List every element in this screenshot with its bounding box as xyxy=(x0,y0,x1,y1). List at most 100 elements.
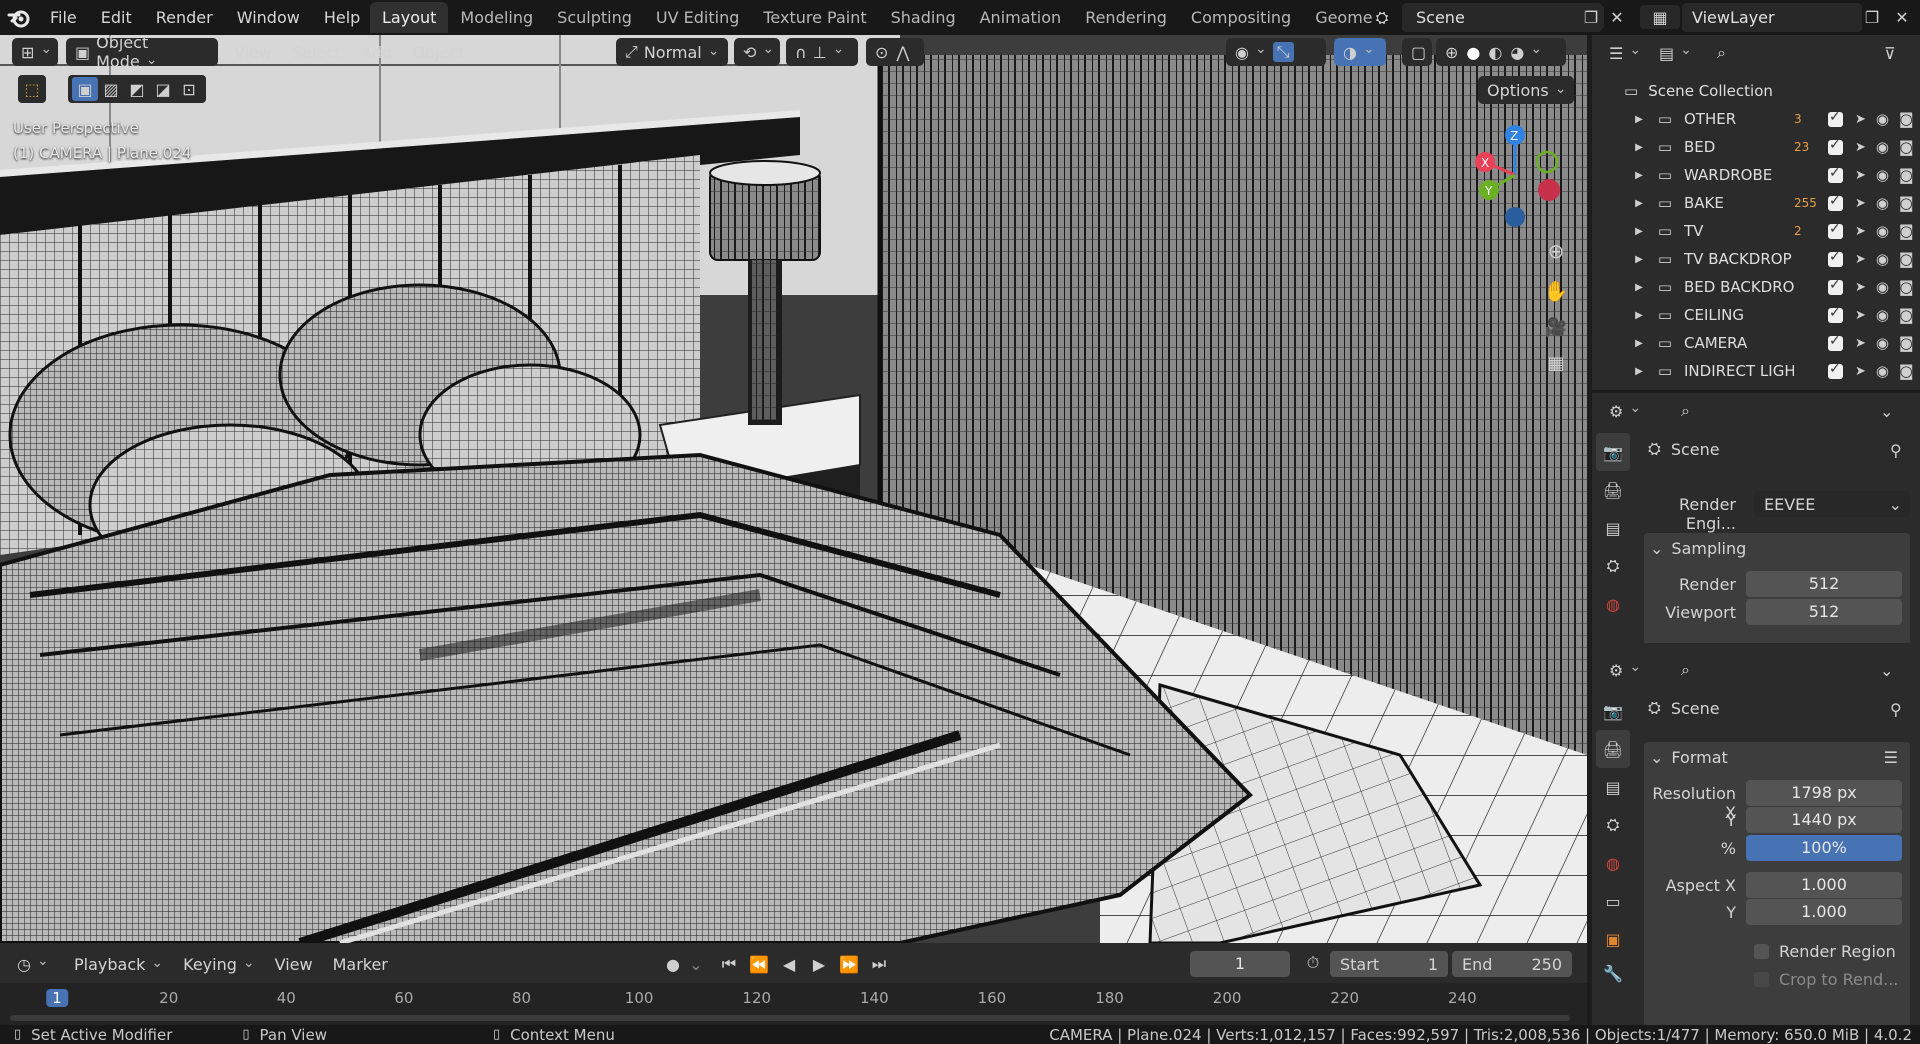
eye-icon[interactable]: ◉ xyxy=(1876,194,1889,212)
object-tab-icon[interactable]: ▣ xyxy=(1596,920,1630,958)
select-arrow-icon[interactable]: ➤ xyxy=(1855,252,1866,267)
menu-file[interactable]: File xyxy=(38,8,89,27)
exclude-checkbox[interactable] xyxy=(1828,221,1843,239)
xray-toggle[interactable]: ▢ xyxy=(1402,38,1432,66)
new-view-layer-icon[interactable]: ❐ xyxy=(1858,5,1886,29)
render-tab-icon[interactable]: 📷 xyxy=(1596,692,1630,730)
tab-shading[interactable]: Shading xyxy=(879,2,968,33)
collection-row[interactable]: ▶ ▭ OTHER 3 ➤ ◉ ◙ xyxy=(1592,105,1920,133)
menu-timeline-view[interactable]: View xyxy=(265,955,323,974)
collection-row[interactable]: ▶ ▭ TV BACKDROP ➤ ◉ ◙ xyxy=(1592,245,1920,273)
resolution-percent-field[interactable]: 100% xyxy=(1746,835,1902,861)
timeline-scrollbar[interactable] xyxy=(10,1015,1570,1021)
camera-render-icon[interactable]: ◙ xyxy=(1899,334,1914,352)
eye-icon[interactable]: ◉ xyxy=(1876,166,1889,184)
select-arrow-icon[interactable]: ➤ xyxy=(1855,308,1866,323)
camera-render-icon[interactable]: ◙ xyxy=(1899,362,1914,380)
viewport-samples-field[interactable]: 512 xyxy=(1746,599,1902,625)
select-arrow-icon[interactable]: ➤ xyxy=(1855,364,1866,379)
render-region-row[interactable]: Render Region xyxy=(1754,942,1896,961)
select-box-tool-icon[interactable]: ⬚ xyxy=(18,75,46,103)
camera-render-icon[interactable]: ◙ xyxy=(1899,194,1914,212)
scene-tab-icon[interactable]: ⛭ xyxy=(1596,547,1630,585)
expand-arrow-icon[interactable]: ▶ xyxy=(1632,282,1646,293)
collection-row[interactable]: ▶ ▭ WARDROBE ➤ ◉ ◙ xyxy=(1592,161,1920,189)
pan-hand-icon[interactable]: ✋ xyxy=(1540,275,1572,307)
render-region-checkbox[interactable] xyxy=(1754,944,1769,959)
ortho-grid-icon[interactable]: ▦ xyxy=(1540,347,1572,379)
intersect-selection-icon[interactable]: ⊡ xyxy=(176,77,202,101)
tab-modeling[interactable]: Modeling xyxy=(448,2,545,33)
collection-row[interactable]: ▶ ▭ INDIRECT LIGH ➤ ◉ ◙ xyxy=(1592,357,1920,385)
exclude-checkbox[interactable] xyxy=(1828,193,1843,211)
eye-icon[interactable]: ◉ xyxy=(1876,362,1889,380)
menu-marker[interactable]: Marker xyxy=(323,955,398,974)
zoom-icon[interactable]: ⊕ xyxy=(1540,235,1572,267)
collection-row[interactable]: ▶ ▭ TV 2 ➤ ◉ ◙ xyxy=(1592,217,1920,245)
jump-end-icon[interactable]: ⏭ xyxy=(864,954,894,974)
select-arrow-icon[interactable]: ➤ xyxy=(1855,168,1866,183)
menu-add[interactable]: Add xyxy=(351,43,402,62)
play-icon[interactable]: ▶ xyxy=(804,955,834,974)
resolution-y-field[interactable]: 1440 px xyxy=(1746,807,1902,833)
camera-render-icon[interactable]: ◙ xyxy=(1899,138,1914,156)
jump-start-icon[interactable]: ⏮ xyxy=(714,954,744,974)
exclude-checkbox[interactable] xyxy=(1828,165,1843,183)
outliner-search[interactable]: ⌕ xyxy=(1708,39,1868,67)
view-layer-tab-icon[interactable]: ▤ xyxy=(1596,509,1630,547)
set-selection-icon[interactable]: ▣ xyxy=(72,77,98,101)
properties-editor-type[interactable]: ⚙ xyxy=(1600,656,1642,684)
presets-list-icon[interactable]: ☰ xyxy=(1884,748,1898,767)
menu-view[interactable]: View xyxy=(224,43,282,62)
start-frame-field[interactable]: Start 1 xyxy=(1330,951,1448,977)
eye-icon[interactable]: ◉ xyxy=(1876,250,1889,268)
select-arrow-icon[interactable]: ➤ xyxy=(1855,336,1866,351)
expand-arrow-icon[interactable]: ▶ xyxy=(1632,254,1646,265)
world-tab-icon[interactable]: ◍ xyxy=(1596,585,1630,623)
tab-texture-paint[interactable]: Texture Paint xyxy=(751,2,878,33)
properties-editor-type[interactable]: ⚙ xyxy=(1600,397,1642,425)
expand-arrow-icon[interactable]: ▶ xyxy=(1632,198,1646,209)
menu-playback[interactable]: Playback xyxy=(64,955,173,974)
chevron-down-icon[interactable]: ⌄ xyxy=(686,955,706,974)
eye-icon[interactable]: ◉ xyxy=(1876,222,1889,240)
menu-select[interactable]: Select xyxy=(282,43,351,62)
timeline-editor-type[interactable]: ◷ xyxy=(8,950,54,978)
exclude-checkbox[interactable] xyxy=(1828,305,1843,323)
exclude-checkbox[interactable] xyxy=(1828,277,1843,295)
end-frame-field[interactable]: End 250 xyxy=(1452,951,1572,977)
editor-type-button[interactable]: ⊞ xyxy=(12,38,58,66)
world-tab-icon[interactable]: ◍ xyxy=(1596,844,1630,882)
pivot-selector[interactable]: ⟲ xyxy=(734,38,780,66)
tab-uv-editing[interactable]: UV Editing xyxy=(644,2,751,33)
snap-selector[interactable]: ∩ ⊥ xyxy=(786,38,858,66)
tab-layout[interactable]: Layout xyxy=(370,2,449,33)
camera-render-icon[interactable]: ◙ xyxy=(1899,222,1914,240)
transform-orientation-selector[interactable]: ⤢ Normal xyxy=(616,38,728,66)
view-layer-icon[interactable]: ▦ xyxy=(1640,5,1680,29)
sampling-section-header[interactable]: ⌄ Sampling xyxy=(1644,533,1910,563)
exclude-checkbox[interactable] xyxy=(1828,109,1843,127)
scene-tab-icon[interactable]: ⛭ xyxy=(1596,806,1630,844)
stopwatch-icon[interactable]: ⏱ xyxy=(1300,953,1326,973)
select-arrow-icon[interactable]: ➤ xyxy=(1855,140,1866,155)
tab-animation[interactable]: Animation xyxy=(968,2,1074,33)
shading-mode-buttons[interactable]: ⊕ ● ◐ ◕ xyxy=(1436,38,1566,66)
menu-help[interactable]: Help xyxy=(312,8,372,27)
expand-arrow-icon[interactable]: ▶ xyxy=(1632,366,1646,377)
panel-options-icon[interactable]: ⌄ xyxy=(1880,402,1893,421)
eye-icon[interactable]: ◉ xyxy=(1876,110,1889,128)
aspect-x-field[interactable]: 1.000 xyxy=(1746,872,1902,898)
format-section-header[interactable]: ⌄ Format ☰ xyxy=(1644,742,1910,772)
proportional-edit[interactable]: ⊙ ⋀ xyxy=(866,38,924,66)
scene-type-icon[interactable]: ⛭ xyxy=(1368,6,1396,30)
aspect-y-field[interactable]: 1.000 xyxy=(1746,899,1902,925)
render-samples-field[interactable]: 512 xyxy=(1746,571,1902,597)
camera-view-icon[interactable]: 🎥 xyxy=(1540,311,1572,343)
camera-render-icon[interactable]: ◙ xyxy=(1899,110,1914,128)
pin-icon[interactable]: ⚲ xyxy=(1890,700,1902,719)
frame-ruler[interactable]: 1 20 40 60 80 100 120 140 160 180 200 220 240 xyxy=(0,983,1587,1025)
eye-icon[interactable]: ◉ xyxy=(1876,278,1889,296)
view-layer-tab-icon[interactable]: ▤ xyxy=(1596,768,1630,806)
collection-row[interactable]: ▶ ▭ BED 23 ➤ ◉ ◙ xyxy=(1592,133,1920,161)
